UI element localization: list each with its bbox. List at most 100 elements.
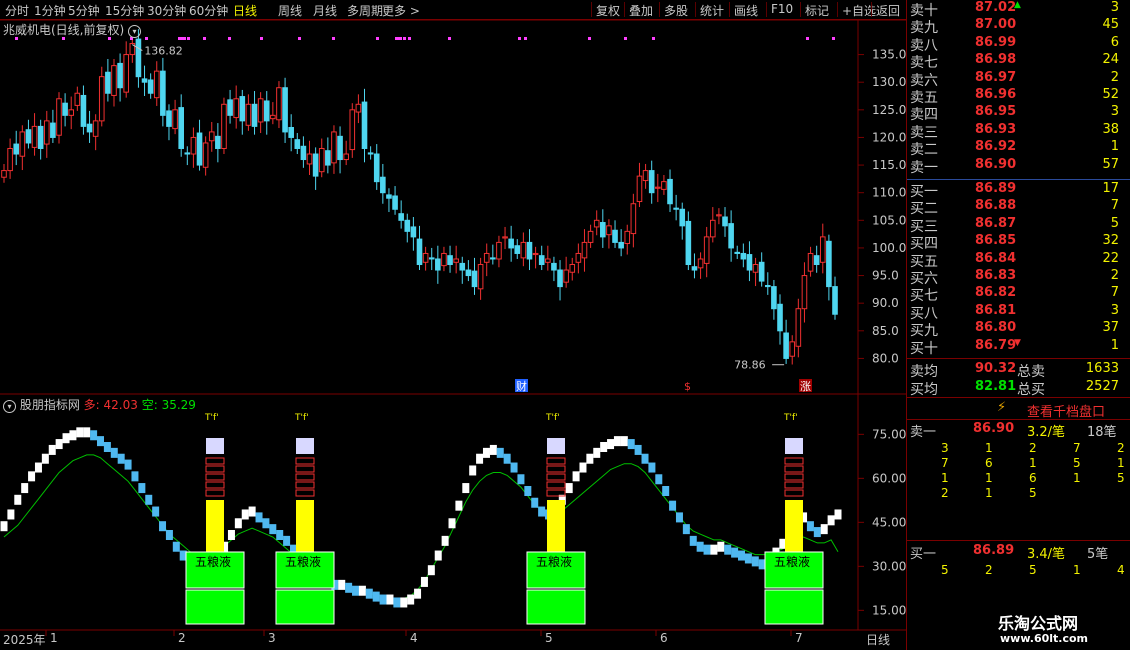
order-price[interactable]: 86.84 [975,251,1016,266]
signal-green-box [526,589,586,625]
duo-block [117,453,125,464]
signal-stack-box [295,465,315,473]
candle-body [502,236,508,239]
queue-cell: 2 [985,563,993,577]
duo-block [131,471,139,482]
thousand-view-link[interactable]: 查看千档盘口 [1027,401,1105,420]
candle-body [667,178,673,205]
order-price[interactable]: 87.02 [975,0,1016,15]
signal-stack-box [295,489,315,497]
event-marker [376,37,379,40]
candle-body [758,261,765,282]
order-price[interactable]: 86.95 [975,104,1016,119]
candle-body [355,103,362,113]
chevron-down-icon[interactable]: ▾ [3,400,16,413]
candle-body [19,131,26,157]
order-price[interactable]: 86.88 [975,198,1016,213]
duo-block [634,444,642,455]
order-volume: 17 [1102,181,1119,196]
bid-row: 买三 86.87 5 [907,216,1130,235]
duo-block [338,579,346,590]
event-marker [260,37,263,40]
duo-block [345,582,353,593]
low-label: 78.86 [734,359,766,372]
queue-cell: 1 [985,441,993,455]
candle-body [208,131,215,142]
event-marker [399,37,402,40]
signal-label: 五粮液 [536,554,572,569]
indicator-name[interactable]: 股朋指标网 [20,398,80,412]
candle-body [538,255,545,266]
event-marker [624,37,627,40]
duo-block [393,597,401,608]
timeline-month: 5 [545,631,553,645]
stock-name: 兆威机电(日线,前复权) [3,23,125,37]
order-price[interactable]: 86.80 [975,320,1016,335]
order-price[interactable]: 86.82 [975,285,1016,300]
candle-body [147,79,154,94]
candle-body [655,186,661,189]
duo-block [579,462,587,473]
candle-body [777,303,783,332]
candle-body [630,203,637,235]
candle-body [752,264,759,273]
y-tick-label: 115.0 [872,158,906,172]
order-price[interactable]: 86.89 [975,181,1016,196]
order-price[interactable]: 86.81 [975,303,1016,318]
timeline-month: 1 [50,631,58,645]
order-price[interactable]: 86.87 [975,216,1016,231]
signal-stack-box [205,465,225,473]
event-marker [448,37,451,40]
divider [907,179,1130,180]
duo-block [689,535,697,546]
order-price[interactable]: 86.96 [975,87,1016,102]
event-marker [518,37,521,40]
candle-body [398,213,404,221]
order-price[interactable]: 86.98 [975,52,1016,67]
divider [907,397,1130,398]
order-price[interactable]: 86.85 [975,233,1016,248]
y-tick-label: 75.00 [872,427,906,441]
signal-stack-box [205,489,225,497]
duo-block [538,506,546,517]
candle-body [318,147,325,173]
candle-body [123,54,130,93]
candle-body [771,286,777,310]
order-price[interactable]: 86.83 [975,268,1016,283]
chart-area[interactable]: 135.0 130.0 125.0 120.0 115.0 110.0 105.0 100.0… [0,0,906,650]
order-book-panel: 卖十 87.02 3 ▲ 卖九 87.00 45 卖八 86.99 6 卖七 86.98 24 卖六 86.… [906,0,1130,650]
order-price[interactable]: 86.90 [975,157,1016,172]
candle-body [31,125,38,148]
candle-body [642,170,649,182]
duo-block [531,497,539,508]
event-marker [228,37,231,40]
timeline-month: 7 [795,631,803,645]
avg-label: 卖均 [910,364,938,380]
order-price[interactable]: 86.93 [975,122,1016,137]
candle-body [74,92,81,106]
order-price[interactable]: 86.99 [975,35,1016,50]
signal-stack-box [546,473,566,481]
duo-block [172,541,180,552]
candle-body [343,153,349,161]
candle-body [685,220,692,266]
duo-block [96,436,104,447]
order-price[interactable]: 86.97 [975,70,1016,85]
duo-block [103,442,111,452]
order-volume: 2 [1110,69,1119,85]
chevron-down-icon[interactable]: ▾ [128,25,142,38]
y-tick-label: 30.00 [872,559,906,573]
duo-block [655,474,663,485]
queue-cell: 1 [941,471,949,485]
order-price[interactable]: 86.79 [975,338,1016,353]
signal-group-3: T'f' 五粮液 [764,413,824,625]
order-volume: 57 [1102,156,1119,172]
order-price[interactable]: 86.92 [975,139,1016,154]
signal-marker: T'f' [204,413,219,423]
order-price[interactable]: 87.00 [975,17,1016,32]
indicator-kong-value: 空: 35.29 [141,398,196,412]
signal-yellow-bar [296,500,314,552]
duo-block [696,541,704,552]
candle-body [410,226,417,238]
candle-body [105,71,111,94]
